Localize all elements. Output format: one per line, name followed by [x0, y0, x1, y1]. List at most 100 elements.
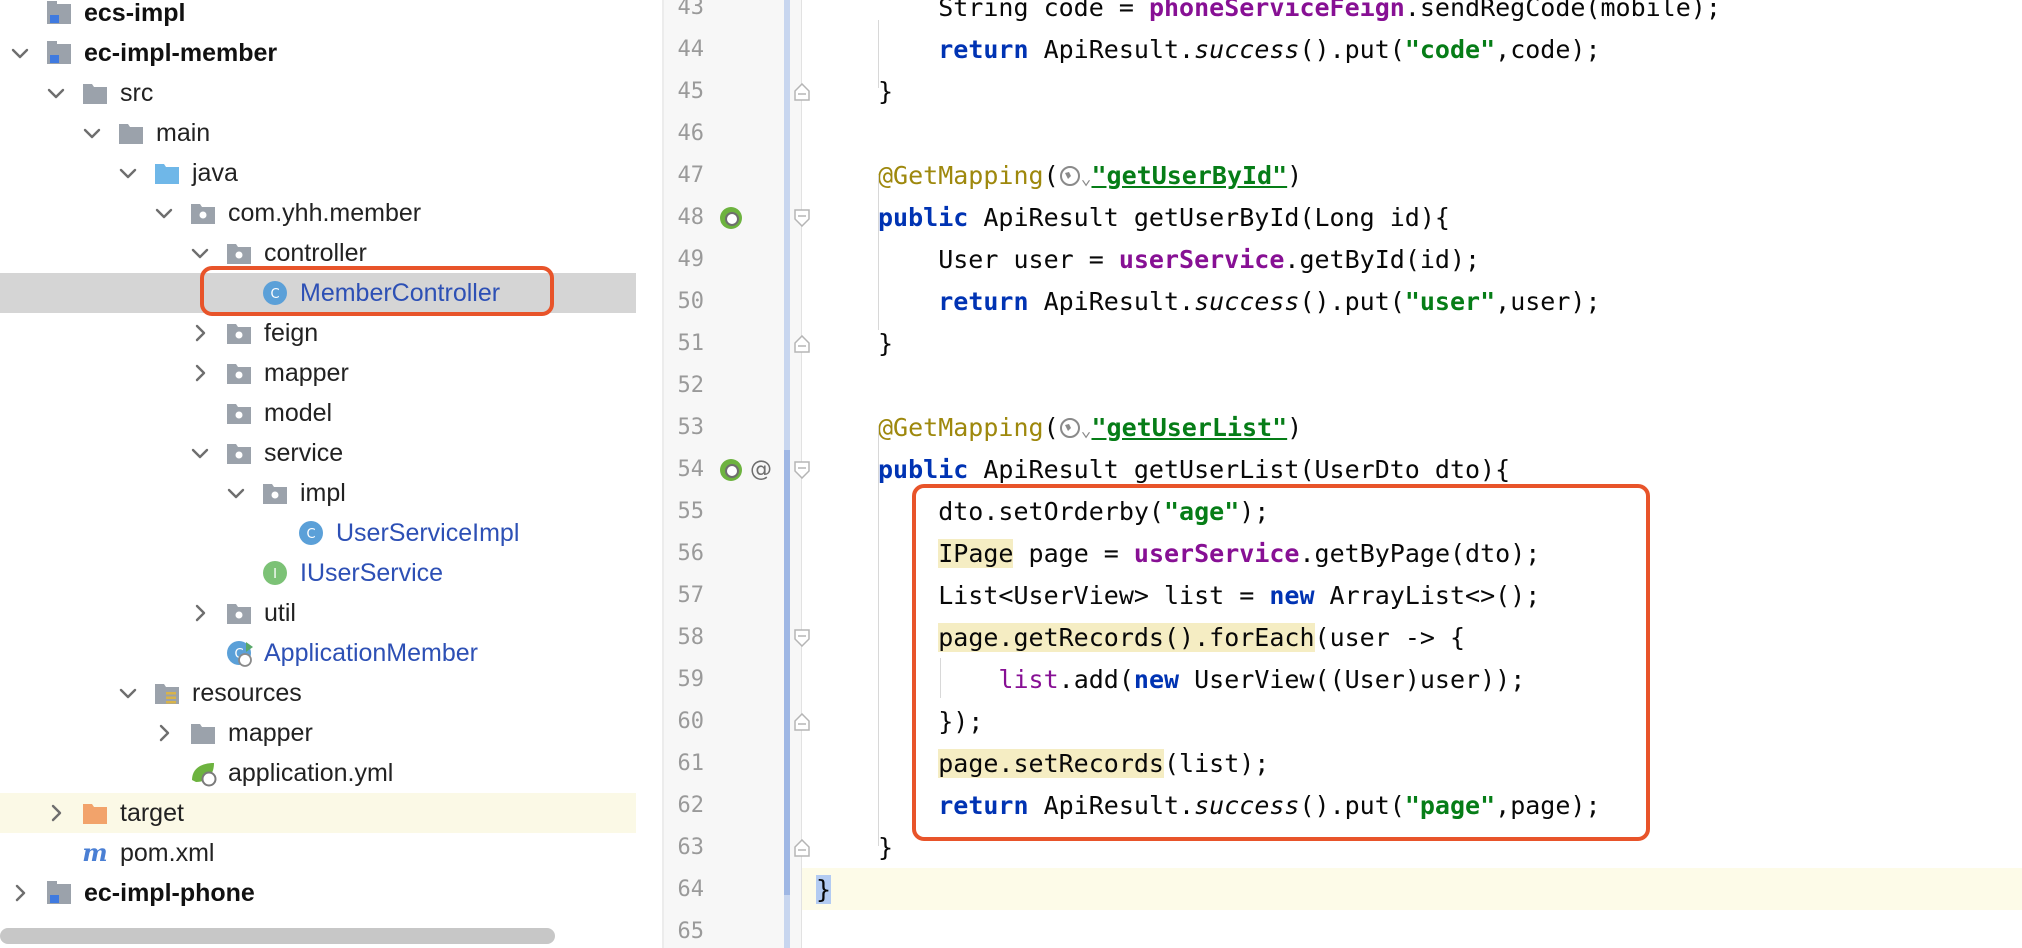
chevron-down-icon[interactable]	[116, 161, 140, 185]
tree-item-label: controller	[264, 239, 367, 267]
package-icon	[224, 238, 254, 268]
tree-item-feign[interactable]: feign	[0, 313, 636, 353]
module-icon	[44, 878, 74, 908]
line-number: 50	[677, 289, 705, 314]
tree-item-ec-impl-phone[interactable]: ec-impl-phone	[0, 873, 636, 913]
chevron-down-icon[interactable]	[224, 481, 248, 505]
fold-marker-icon[interactable]	[794, 839, 810, 857]
package-icon	[260, 478, 290, 508]
tree-item-application-yml[interactable]: application.yml	[0, 753, 636, 793]
svg-text:C: C	[306, 527, 315, 542]
tree-item-src[interactable]: src	[0, 73, 636, 113]
code-line[interactable]: User user = userService.getById(id);	[878, 239, 1480, 281]
endpoint-web-icon[interactable]	[718, 457, 744, 483]
code-line[interactable]: }	[878, 323, 893, 365]
tree-item-model[interactable]: model	[0, 393, 636, 433]
indent-guide	[878, 426, 879, 846]
svg-text:I: I	[273, 567, 277, 582]
line-number: 51	[677, 331, 705, 356]
code-line[interactable]: return ApiResult.success().put("user",us…	[878, 281, 1600, 323]
code-line[interactable]: return ApiResult.success().put("code",co…	[878, 29, 1600, 71]
code-line[interactable]: }	[878, 71, 893, 113]
tree-item-label: target	[120, 799, 184, 827]
tree-item-label: IUserService	[300, 559, 444, 587]
tree-item-util[interactable]: util	[0, 593, 636, 633]
line-number: 44	[677, 37, 705, 62]
package-icon	[224, 598, 254, 628]
code-line[interactable]: @GetMapping(⌄"getUserList")	[878, 407, 1302, 449]
tree-item-label: java	[192, 159, 238, 187]
fold-marker-icon[interactable]	[794, 461, 810, 479]
interface-icon: I	[260, 558, 290, 588]
tree-item-label: mapper	[264, 359, 349, 387]
chevron-right-icon[interactable]	[152, 721, 176, 745]
line-number: 61	[677, 751, 705, 776]
resources-folder-icon	[152, 678, 182, 708]
tree-item-applicationmember[interactable]: C ApplicationMember	[0, 633, 636, 673]
class-icon: C	[296, 518, 326, 548]
package-icon	[224, 438, 254, 468]
line-number: 58	[677, 625, 705, 650]
tree-item-resources[interactable]: resources	[0, 673, 636, 713]
tree-item-iuserservice[interactable]: I IUserService	[0, 553, 636, 593]
chevron-down-icon[interactable]	[8, 41, 32, 65]
code-line[interactable]: String code = phoneServiceFeign.sendRegC…	[878, 0, 1721, 29]
module-icon	[44, 38, 74, 68]
line-number: 47	[677, 163, 705, 188]
url-globe-icon	[1059, 166, 1080, 186]
fold-marker-icon[interactable]	[794, 629, 810, 647]
code-editor[interactable]: 43 String code = phoneServiceFeign.sendR…	[664, 0, 2022, 948]
chevron-right-icon[interactable]	[188, 601, 212, 625]
tree-item-service[interactable]: service	[0, 433, 636, 473]
chevron-right-icon[interactable]	[44, 801, 68, 825]
tree-item-userserviceimpl[interactable]: C UserServiceImpl	[0, 513, 636, 553]
vcs-change-marker[interactable]	[784, 450, 790, 895]
tree-item-mapper[interactable]: mapper	[0, 713, 636, 753]
indent-guide	[878, 175, 879, 330]
code-line[interactable]: }	[816, 869, 832, 911]
code-line[interactable]: }	[878, 827, 893, 869]
tree-item-label: model	[264, 399, 333, 427]
chevron-down-icon[interactable]	[188, 441, 212, 465]
tree-item-ecs-impl[interactable]: ecs-impl	[0, 0, 636, 33]
fold-marker-icon[interactable]	[794, 335, 810, 353]
tree-item-java[interactable]: java	[0, 153, 636, 193]
package-icon	[224, 318, 254, 348]
line-number: 55	[677, 499, 705, 524]
tree-item-label: ecs-impl	[84, 0, 186, 27]
annotation-at-icon[interactable]: @	[748, 455, 774, 482]
tree-item-ec-impl-member[interactable]: ec-impl-member	[0, 33, 636, 73]
chevron-right-icon[interactable]	[188, 321, 212, 345]
folder-icon	[116, 118, 146, 148]
package-icon	[224, 358, 254, 388]
tree-item-main[interactable]: main	[0, 113, 636, 153]
tree-item-com-yhh-member[interactable]: com.yhh.member	[0, 193, 636, 233]
tree-item-label: UserServiceImpl	[336, 519, 520, 547]
project-tree[interactable]: ecs-impl ec-impl-member src main java com.yhh…	[0, 0, 636, 948]
chevron-down-icon[interactable]	[152, 201, 176, 225]
tree-item-label: application.yml	[228, 759, 394, 787]
tree-item-target[interactable]: target	[0, 793, 636, 833]
tree-horizontal-scrollbar[interactable]	[0, 928, 555, 944]
fold-marker-icon[interactable]	[794, 209, 810, 227]
fold-marker-icon[interactable]	[794, 713, 810, 731]
tree-item-pom-xml[interactable]: m pom.xml	[0, 833, 636, 873]
excluded-folder-icon	[80, 798, 110, 828]
tree-item-mapper[interactable]: mapper	[0, 353, 636, 393]
tree-item-label: feign	[264, 319, 319, 347]
line-number: 49	[677, 247, 705, 272]
code-line[interactable]: public ApiResult getUserById(Long id){	[878, 197, 1450, 239]
chevron-down-icon[interactable]	[80, 121, 104, 145]
line-number: 46	[677, 121, 705, 146]
tree-item-impl[interactable]: impl	[0, 473, 636, 513]
tree-item-label: impl	[300, 479, 346, 507]
chevron-right-icon[interactable]	[8, 881, 32, 905]
chevron-down-icon[interactable]	[44, 81, 68, 105]
code-line[interactable]: @GetMapping(⌄"getUserById")	[878, 155, 1302, 197]
package-icon	[224, 398, 254, 428]
chevron-down-icon[interactable]	[188, 241, 212, 265]
fold-marker-icon[interactable]	[794, 83, 810, 101]
chevron-right-icon[interactable]	[188, 361, 212, 385]
endpoint-web-icon[interactable]	[718, 205, 744, 231]
chevron-down-icon[interactable]	[116, 681, 140, 705]
